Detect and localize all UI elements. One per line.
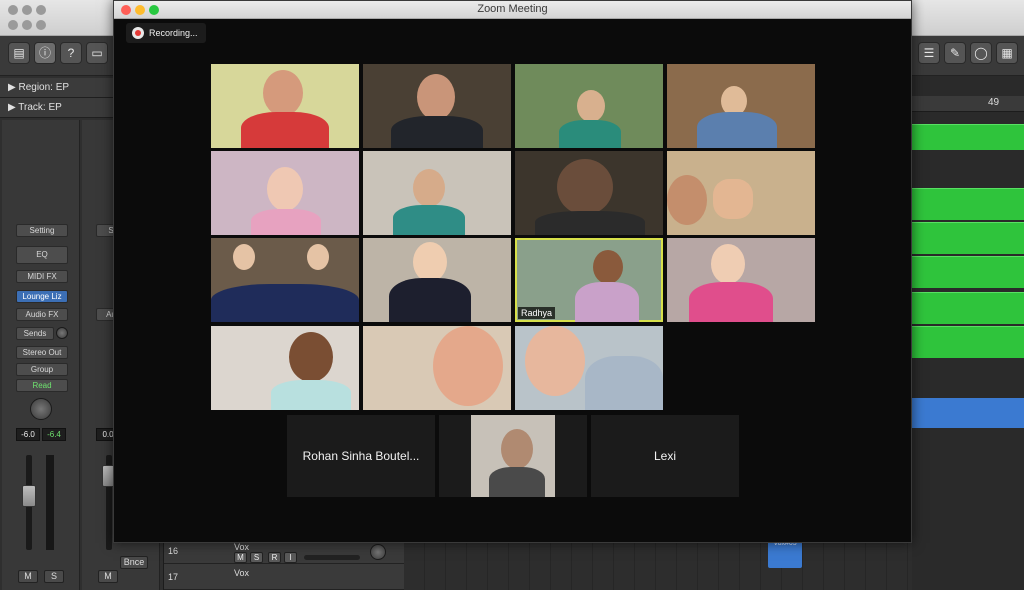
midi-region[interactable]	[912, 292, 1024, 324]
sends-button[interactable]: Sends	[16, 327, 54, 340]
midi-region[interactable]	[912, 326, 1024, 358]
loop-browser-icon[interactable]: ◯	[970, 42, 992, 64]
participant-tile-active-speaker[interactable]: Radhya	[515, 238, 663, 322]
mute-button[interactable]: M	[18, 570, 38, 583]
daw-zoom-button-2[interactable]	[36, 20, 46, 30]
track-volume-slider[interactable]	[304, 555, 360, 560]
track-row-17[interactable]: 17 Vox	[164, 566, 404, 590]
track-solo-button[interactable]: S	[250, 552, 263, 563]
zoom-window: Zoom Meeting Recording... Radhya Rohan S…	[113, 0, 912, 543]
media-browser-icon[interactable]: ▦	[996, 42, 1018, 64]
track-list: 16 Vox M S R I 17 Vox	[164, 540, 404, 590]
recording-indicator[interactable]: Recording...	[126, 23, 206, 43]
participant-tile[interactable]	[515, 151, 663, 235]
participant-tile[interactable]	[439, 415, 587, 497]
participant-name-label: Radhya	[518, 307, 556, 319]
track-input-monitor-button[interactable]: I	[284, 552, 297, 563]
participant-tile[interactable]	[363, 238, 511, 322]
track-row-16[interactable]: 16 Vox M S R I	[164, 540, 404, 564]
participant-tile[interactable]	[667, 64, 815, 148]
recording-cloud-icon	[132, 27, 144, 39]
notepad-icon[interactable]: ✎	[944, 42, 966, 64]
instrument-plugin-button[interactable]: Lounge Liz	[16, 290, 68, 303]
track-pan-knob[interactable]	[370, 544, 386, 560]
help-icon[interactable]: ?	[60, 42, 82, 64]
daw-close-button-2[interactable]	[8, 20, 18, 30]
inspector-icon[interactable]: ⓘ	[34, 42, 56, 64]
toolbar-icon[interactable]: ▭	[86, 42, 108, 64]
midi-region[interactable]	[912, 124, 1024, 150]
channel-strip-a: Setting EQ MIDI FX Lounge Liz Audio FX S…	[2, 120, 80, 590]
disclosure-triangle-icon: ▶	[8, 102, 19, 113]
midi-region[interactable]	[912, 188, 1024, 220]
solo-button[interactable]: S	[44, 570, 64, 583]
daw-minimize-button[interactable]	[22, 5, 32, 15]
volume-readout: -6.0	[16, 428, 40, 441]
bounce-button[interactable]: Bnce	[120, 556, 148, 569]
pan-knob[interactable]	[30, 398, 52, 420]
participant-tile[interactable]	[515, 326, 663, 410]
track-value: EP	[48, 102, 62, 113]
participant-tile[interactable]	[667, 151, 815, 235]
track-name: Vox	[234, 568, 250, 578]
arrange-grid[interactable]	[404, 540, 912, 590]
participant-tile[interactable]	[211, 238, 359, 322]
participant-tile-video-off[interactable]: Rohan Sinha Boutel...	[287, 415, 435, 497]
track-label: Track:	[18, 102, 46, 113]
participant-tile[interactable]	[363, 326, 511, 410]
recording-label: Recording...	[149, 28, 198, 38]
audio-region[interactable]: Vox#05	[768, 540, 802, 568]
send-knob[interactable]	[56, 327, 68, 339]
midi-fx-button[interactable]: MIDI FX	[16, 270, 68, 283]
ruler-bar-number: 49	[988, 97, 1000, 108]
participant-tile-video-off[interactable]: Lexi	[591, 415, 739, 497]
participant-tile[interactable]	[211, 64, 359, 148]
automation-mode-button[interactable]: Read	[16, 379, 68, 392]
setting-button[interactable]: Setting	[16, 224, 68, 237]
region-label: Region:	[18, 82, 53, 93]
zoom-window-title: Zoom Meeting	[477, 3, 548, 15]
participant-tile[interactable]	[211, 326, 359, 410]
output-button[interactable]: Stereo Out	[16, 346, 68, 359]
daw-minimize-button-2[interactable]	[22, 20, 32, 30]
level-meter	[46, 455, 54, 550]
track-number: 16	[168, 546, 179, 556]
eq-button[interactable]: EQ	[16, 246, 68, 264]
daw-zoom-button[interactable]	[36, 5, 46, 15]
track-record-button[interactable]: R	[268, 552, 281, 563]
track-name: Vox	[234, 542, 250, 552]
volume-fader-cap[interactable]	[22, 485, 36, 507]
list-editors-icon[interactable]: ☰	[918, 42, 940, 64]
group-button[interactable]: Group	[16, 363, 68, 376]
participant-tile[interactable]	[211, 151, 359, 235]
disclosure-triangle-icon: ▶	[8, 82, 19, 93]
zoom-titlebar: Zoom Meeting	[114, 1, 911, 19]
peak-readout: -6.4	[42, 428, 66, 441]
participant-name-label: Lexi	[653, 449, 676, 463]
daw-close-button[interactable]	[8, 5, 18, 15]
participant-tile[interactable]	[667, 238, 815, 322]
library-icon[interactable]: ▤	[8, 42, 30, 64]
participant-tile[interactable]	[515, 64, 663, 148]
audio-fx-button[interactable]: Audio FX	[16, 308, 68, 321]
midi-region[interactable]	[912, 222, 1024, 254]
participant-name-label: Rohan Sinha Boutel...	[302, 449, 420, 463]
track-number: 17	[168, 572, 179, 582]
region-value: EP	[55, 82, 70, 93]
midi-region[interactable]	[912, 256, 1024, 288]
desktop: ▤ ⓘ ? ▭ ☰ ✎ ◯ ▦ ▶ Region: EP ▶ Track: EP…	[0, 0, 1024, 590]
participant-tile[interactable]	[363, 64, 511, 148]
mute-button-b[interactable]: M	[98, 570, 118, 583]
track-mute-button[interactable]: M	[234, 552, 247, 563]
participant-tile[interactable]	[363, 151, 511, 235]
audio-region-waveform[interactable]	[912, 398, 1024, 428]
bar-ruler[interactable]: 49	[912, 96, 1024, 112]
